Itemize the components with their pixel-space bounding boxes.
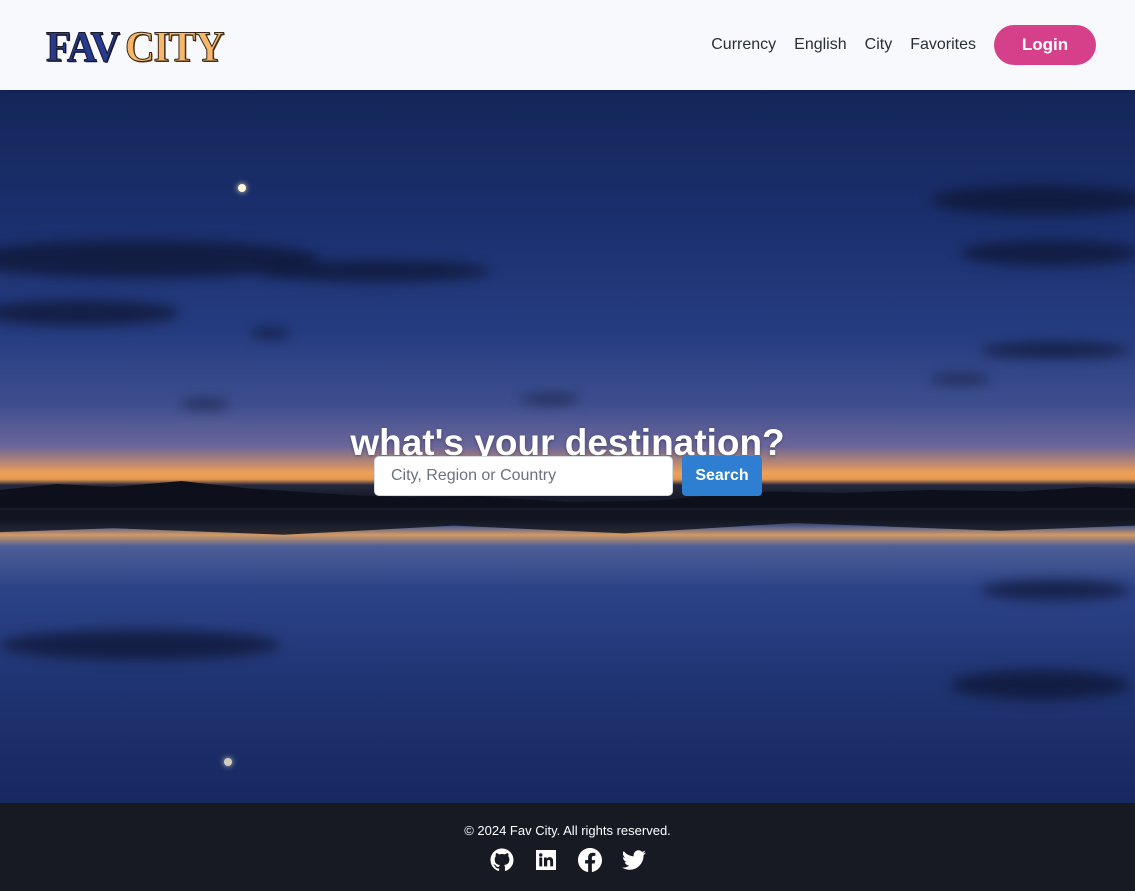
logo-city: CITY <box>124 21 225 71</box>
hero-cloud <box>0 300 180 326</box>
hero-cloud <box>950 670 1130 700</box>
login-button[interactable]: Login <box>994 25 1096 65</box>
destination-search-input[interactable] <box>374 456 673 496</box>
hero-cloud <box>980 580 1130 600</box>
hero-cloud <box>960 240 1135 266</box>
social-links <box>0 848 1135 872</box>
linkedin-icon[interactable] <box>534 848 558 872</box>
hero-cloud <box>250 328 290 338</box>
moon-reflection <box>224 758 232 766</box>
main-nav: Currency English City Favorites Login <box>711 0 1135 90</box>
logo-fav: FAV <box>46 21 121 71</box>
twitter-icon[interactable] <box>621 848 646 872</box>
site-footer: © 2024 Fav City. All rights reserved. <box>0 803 1135 891</box>
hero-cloud <box>980 342 1130 358</box>
github-icon[interactable] <box>490 848 514 872</box>
hero-cloud <box>260 260 490 282</box>
moon <box>238 184 246 192</box>
facebook-icon[interactable] <box>577 848 602 872</box>
nav-currency[interactable]: Currency <box>711 35 776 55</box>
site-header: FAV CITY Currency English City Favorites… <box>0 0 1135 90</box>
hero-cloud <box>180 400 230 408</box>
hero-section: what's your destination? Search <box>0 90 1135 803</box>
nav-language[interactable]: English <box>794 35 846 55</box>
hero-cloud <box>930 185 1135 215</box>
nav-city[interactable]: City <box>865 35 893 55</box>
nav-favorites[interactable]: Favorites <box>910 35 976 55</box>
logo[interactable]: FAV CITY <box>46 21 225 71</box>
hero-cloud <box>930 375 990 383</box>
tree-reflection <box>0 510 1135 535</box>
hero-cloud <box>0 630 280 660</box>
search-button[interactable]: Search <box>682 456 762 496</box>
copyright-text: © 2024 Fav City. All rights reserved. <box>464 823 671 838</box>
hero-cloud <box>520 395 580 403</box>
